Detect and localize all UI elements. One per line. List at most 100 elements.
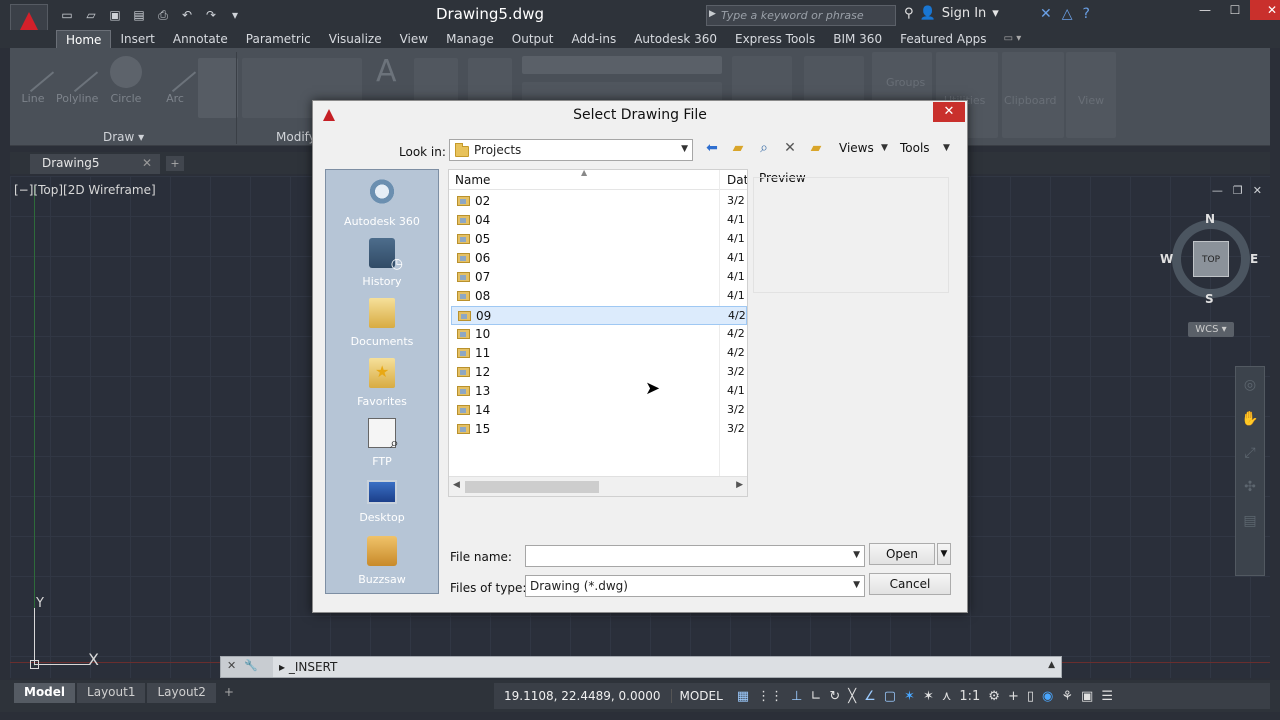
annotation-monitor-icon[interactable]: + [1008, 689, 1019, 704]
new-tab-button[interactable]: + [166, 156, 184, 171]
files-of-type-select[interactable]: Drawing (*.dwg) ▼ [525, 575, 865, 597]
redo-icon[interactable]: ↷ [202, 7, 220, 23]
look-in-dropdown[interactable]: Projects ▼ [449, 139, 693, 161]
ribbon-minimize-icon[interactable]: ▭ ▾ [996, 30, 1030, 48]
pan-icon[interactable]: ✋ [1236, 411, 1264, 435]
wrench-icon[interactable]: 🔧 [244, 659, 258, 675]
chevron-down-icon[interactable]: ▼ [943, 143, 950, 153]
place-favorites[interactable]: Favorites [326, 358, 438, 408]
model-space-button[interactable]: MODEL [670, 689, 731, 703]
tab-annotate[interactable]: Annotate [164, 30, 237, 48]
compass-north[interactable]: N [1205, 212, 1215, 226]
auto-scale-icon[interactable]: ✶ [923, 689, 934, 704]
list-item[interactable]: 02 3/2 [451, 192, 747, 211]
place-buzzsaw[interactable]: Buzzsaw [326, 536, 438, 586]
clean-screen-icon[interactable]: ▣ [1081, 689, 1093, 704]
circle-tool[interactable]: Circle [110, 56, 142, 105]
horizontal-scrollbar[interactable]: ◀ ▶ [449, 476, 747, 496]
list-item[interactable]: 15 3/2 [451, 420, 747, 439]
customize-qat-icon[interactable]: ▾ [226, 7, 244, 23]
viewcube[interactable]: TOP N S E W [1160, 212, 1258, 306]
isodraft-icon[interactable]: ╳ [848, 689, 856, 704]
new-folder-icon[interactable]: ▰ [807, 139, 825, 157]
list-item[interactable]: 06 4/1 [451, 249, 747, 268]
compass-east[interactable]: E [1250, 252, 1258, 266]
tab-autodesk-360[interactable]: Autodesk 360 [625, 30, 726, 48]
list-item[interactable]: 12 3/2 [451, 363, 747, 382]
tab-layout2[interactable]: Layout2 [147, 683, 216, 703]
open-icon[interactable]: ▱ [82, 7, 100, 23]
steering-wheel-icon[interactable]: ◎ [1236, 377, 1264, 401]
exchange-icon[interactable]: ✕ [1040, 6, 1052, 22]
draw-small-tools[interactable] [198, 58, 238, 118]
scrollbar-thumb[interactable] [465, 481, 599, 493]
isolate-objects-icon[interactable]: ◉ [1042, 689, 1053, 704]
grid-icon[interactable]: ▦ [737, 689, 749, 704]
undo-icon[interactable]: ↶ [178, 7, 196, 23]
compass-west[interactable]: W [1160, 252, 1173, 266]
up-one-level-icon[interactable]: ▰ [729, 139, 747, 157]
list-item[interactable]: 14 3/2 [451, 401, 747, 420]
viewport-controls-label[interactable]: [−][Top][2D Wireframe] [14, 183, 156, 197]
tab-layout1[interactable]: Layout1 [77, 683, 146, 703]
list-item-selected[interactable]: 09 4/2 [451, 306, 747, 325]
wcs-menu[interactable]: WCS ▾ [1188, 322, 1234, 337]
minimize-icon[interactable]: — [1190, 0, 1220, 20]
add-layout-button[interactable]: + [218, 683, 240, 703]
close-icon[interactable]: ✕ [1250, 0, 1280, 20]
file-name-input[interactable]: ▼ [525, 545, 865, 567]
open-button[interactable]: Open [869, 543, 935, 565]
modify-panel-label[interactable]: Modify [276, 130, 316, 144]
minimize-icon[interactable]: — [1212, 184, 1223, 197]
list-item[interactable]: 11 4/2 [451, 344, 747, 363]
tab-express-tools[interactable]: Express Tools [726, 30, 824, 48]
help-search-input[interactable]: ▶ Type a keyword or phrase [706, 5, 896, 26]
column-header-name[interactable]: Name [455, 173, 490, 187]
tab-visualize[interactable]: Visualize [320, 30, 391, 48]
list-item[interactable]: 04 4/1 [451, 211, 747, 230]
views-menu[interactable]: Views [839, 141, 874, 155]
close-tab-icon[interactable]: ✕ [142, 156, 152, 170]
place-desktop[interactable]: Desktop [326, 480, 438, 524]
orbit-icon[interactable]: ✣ [1236, 479, 1264, 503]
annotation-visibility-icon[interactable]: ✶ [904, 689, 915, 704]
compass-south[interactable]: S [1205, 292, 1214, 306]
save-as-icon[interactable]: ▤ [130, 7, 148, 23]
list-item[interactable]: 13 4/1 [451, 382, 747, 401]
delete-icon[interactable]: ✕ [781, 139, 799, 157]
search-web-icon[interactable]: ⌕ [755, 139, 773, 157]
tab-add-ins[interactable]: Add-ins [562, 30, 625, 48]
clipboard-panel[interactable]: Clipboard [1002, 52, 1064, 138]
annotation-scale-icon[interactable]: ⋏ [942, 689, 952, 704]
showmotion-icon[interactable]: ▤ [1236, 513, 1264, 537]
plot-icon[interactable]: ⎙ [154, 7, 172, 23]
viewcube-top-face[interactable]: TOP [1193, 241, 1229, 277]
list-item[interactable]: 07 4/1 [451, 268, 747, 287]
close-icon[interactable]: ✕ [1253, 184, 1262, 197]
tab-view[interactable]: View [391, 30, 437, 48]
column-header-date[interactable]: Date [727, 173, 747, 187]
chevron-down-icon[interactable]: ▼ [881, 143, 888, 153]
command-line[interactable]: ✕ 🔧 ▸ _INSERT ▲ [220, 656, 1062, 678]
view-panel[interactable]: View [1066, 52, 1116, 138]
tab-model[interactable]: Model [14, 683, 76, 703]
scroll-right-icon[interactable]: ▶ [736, 480, 743, 490]
maximize-icon[interactable]: ☐ [1220, 0, 1250, 20]
draw-panel-label[interactable]: Draw ▾ [103, 130, 144, 144]
command-text[interactable]: ▸ _INSERT [279, 660, 337, 674]
tools-menu[interactable]: Tools [900, 141, 930, 155]
new-icon[interactable]: ▭ [58, 7, 76, 23]
layer-dropdown[interactable] [522, 56, 722, 74]
close-icon[interactable]: ✕ [227, 659, 236, 675]
save-icon[interactable]: ▣ [106, 7, 124, 23]
workspace-gear-icon[interactable]: ⚙ [988, 689, 1000, 704]
tab-featured-apps[interactable]: Featured Apps [891, 30, 995, 48]
sign-in-button[interactable]: ⚲ 👤 Sign In ▾ [904, 6, 999, 21]
tab-output[interactable]: Output [503, 30, 563, 48]
restore-icon[interactable]: ❐ [1233, 184, 1243, 197]
chevron-down-icon[interactable]: ▼ [853, 550, 860, 560]
annotation-scale-value[interactable]: 1:1 [959, 689, 980, 704]
place-autodesk-360[interactable]: Autodesk 360 [326, 178, 438, 228]
scroll-left-icon[interactable]: ◀ [453, 480, 460, 490]
units-icon[interactable]: ▯ [1027, 689, 1034, 704]
